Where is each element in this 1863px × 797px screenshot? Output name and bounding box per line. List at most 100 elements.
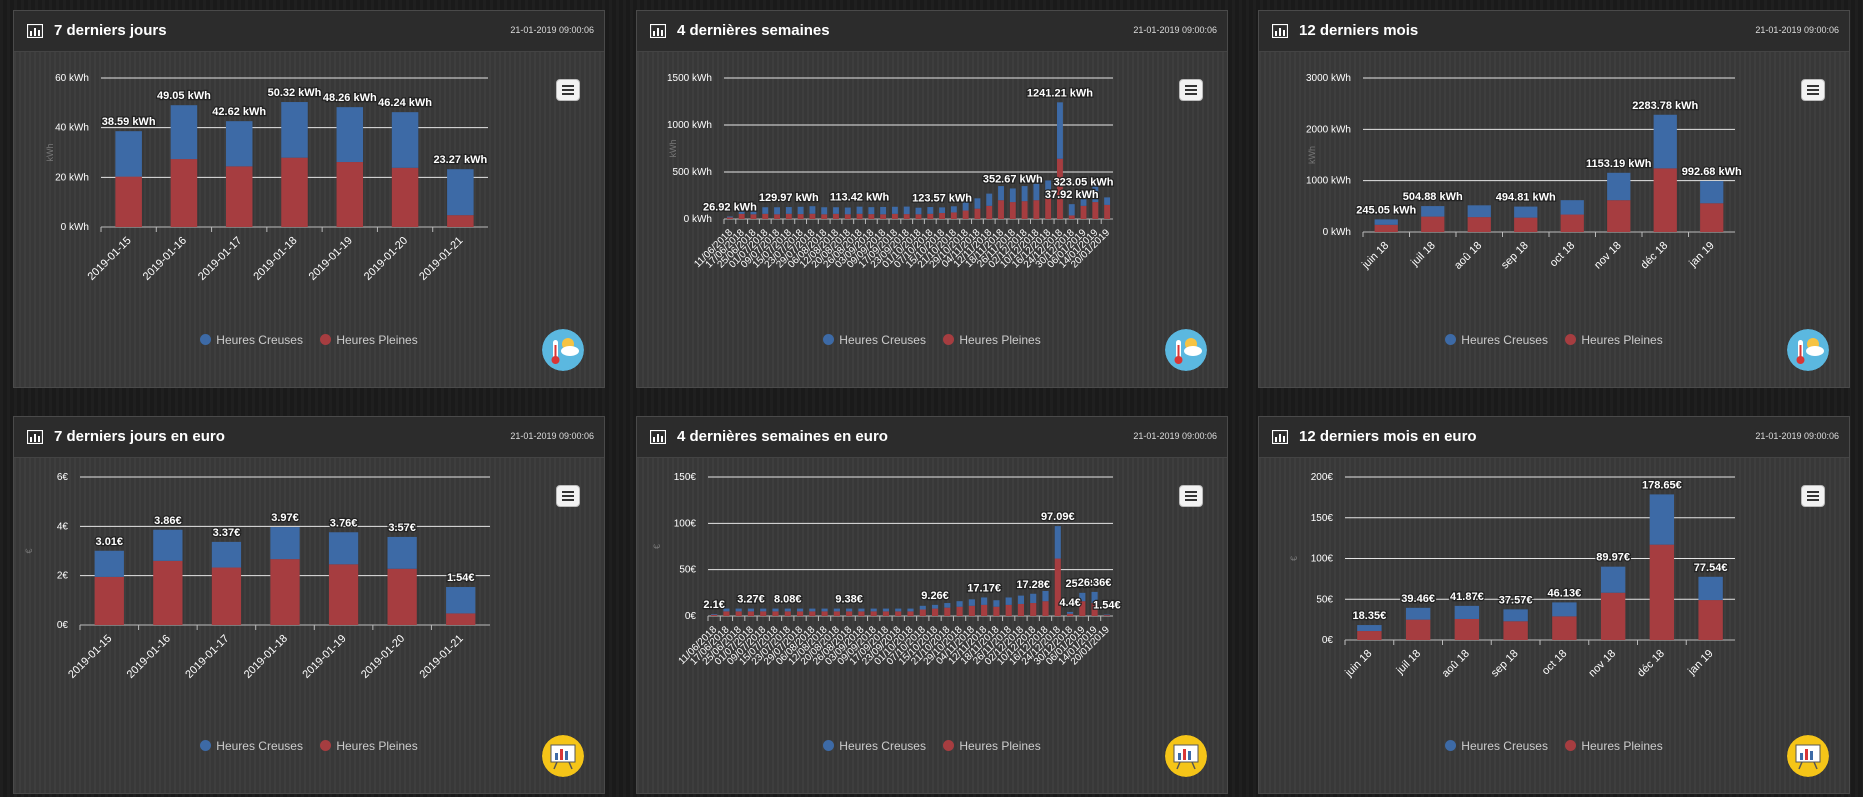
bar-heures-creuses [1700, 181, 1724, 204]
bar-heures-pleines [956, 606, 963, 616]
total-label: 26.92 kWh [703, 201, 757, 213]
panel-header: 4 dernières semaines en euro 21-01-2019 … [637, 417, 1227, 458]
bar-heures-creuses [391, 112, 419, 168]
weather-thermometer-icon[interactable] [1165, 329, 1207, 371]
bar-heures-pleines [1374, 224, 1398, 232]
bar-chart-icon [1272, 430, 1288, 444]
y-tick-label: 0€ [685, 611, 697, 622]
x-tick-label: oct 18 [1540, 648, 1570, 678]
bar-heures-pleines [1503, 621, 1528, 640]
legend-item-heures-creuses[interactable]: Heures Creuses [823, 739, 926, 753]
bar-heures-creuses [785, 207, 792, 214]
legend-label: Heures Pleines [1581, 333, 1663, 347]
bar-heures-pleines [981, 604, 988, 616]
panel-title: 7 derniers jours en euro [54, 428, 225, 445]
y-axis-title: kWh [45, 144, 55, 162]
bar-heures-creuses [1421, 206, 1445, 217]
panel-header: 12 derniers mois en euro 21-01-2019 09:0… [1259, 417, 1849, 458]
bar-heures-creuses [735, 608, 742, 612]
bar-heures-creuses [796, 608, 804, 612]
legend-dot-icon [200, 334, 212, 345]
total-label: 123.57 kWh [912, 192, 972, 204]
panel-title: 4 dernières semaines en euro [677, 428, 888, 445]
bar-heures-pleines [784, 611, 791, 616]
total-label: 3.76€ [330, 517, 358, 529]
chart-menu-button[interactable] [556, 79, 580, 101]
bar-heures-creuses [1005, 597, 1012, 605]
legend-dot-icon [943, 334, 955, 345]
total-label: 3.97€ [271, 512, 299, 524]
bar-chart-icon [27, 24, 43, 38]
legend-item-heures-pleines[interactable]: Heures Pleines [943, 739, 1041, 753]
bar-heures-pleines [1017, 603, 1025, 616]
weather-thermometer-icon[interactable] [1787, 329, 1829, 371]
presentation-board-icon[interactable] [1165, 735, 1207, 777]
y-tick-label: 3000 kWh [1306, 73, 1351, 84]
legend-item-heures-creuses[interactable]: Heures Creuses [200, 333, 303, 347]
bar-heures-creuses [281, 102, 308, 158]
bar-heures-pleines [950, 212, 957, 219]
bar-heures-pleines [1009, 202, 1016, 219]
y-tick-label: 1000 kWh [667, 120, 712, 131]
chart-menu-button[interactable] [1801, 79, 1825, 101]
bar-heures-creuses [797, 206, 804, 215]
bar-heures-pleines [993, 606, 1000, 616]
total-label: 3.27€ [737, 594, 765, 606]
bar-heures-pleines [856, 213, 863, 219]
legend-item-heures-pleines[interactable]: Heures Pleines [1565, 739, 1663, 753]
y-tick-label: 40 kWh [55, 123, 89, 134]
total-label: 46.13€ [1548, 587, 1582, 599]
bar-heures-pleines [328, 564, 359, 625]
bar-heures-pleines [1021, 201, 1028, 219]
bar-heures-creuses [870, 608, 877, 612]
bar-heures-creuses [986, 193, 993, 206]
total-label: 50.32 kWh [268, 87, 322, 99]
bar-heures-pleines [115, 176, 142, 227]
bar-heures-pleines [962, 210, 969, 219]
legend-item-heures-pleines[interactable]: Heures Pleines [1565, 333, 1663, 347]
chart-menu-button[interactable] [556, 485, 580, 507]
total-label: 17.17€ [967, 582, 1001, 594]
legend-item-heures-creuses[interactable]: Heures Creuses [200, 739, 303, 753]
total-label: 113.42 kWh [830, 192, 890, 204]
legend-label: Heures Creuses [839, 333, 926, 347]
chart-menu-button[interactable] [1179, 79, 1203, 101]
panel-title: 4 dernières semaines [677, 22, 830, 39]
bar-heures-pleines [225, 166, 253, 227]
legend-item-heures-pleines[interactable]: Heures Pleines [943, 333, 1041, 347]
presentation-board-icon[interactable] [1787, 735, 1829, 777]
bar-heures-pleines [998, 200, 1004, 219]
bar-heures-creuses [446, 587, 476, 614]
panel-timestamp: 21-01-2019 09:00:06 [1755, 25, 1839, 35]
bar-heures-creuses [726, 216, 733, 218]
x-tick-label: sep 18 [1489, 648, 1521, 680]
panel-header: 4 dernières semaines 21-01-2019 09:00:06 [637, 11, 1227, 52]
y-tick-label: 50€ [1316, 594, 1333, 605]
bar-heures-pleines [944, 607, 951, 616]
legend-item-heures-creuses[interactable]: Heures Creuses [1445, 739, 1548, 753]
chart-menu-button[interactable] [1801, 485, 1825, 507]
panel-title: 12 derniers mois [1299, 22, 1419, 39]
legend-item-heures-creuses[interactable]: Heures Creuses [1445, 333, 1548, 347]
bar-heures-pleines [747, 611, 755, 616]
bar-heures-creuses [821, 207, 828, 215]
legend-dot-icon [320, 334, 332, 345]
bar-heures-pleines [1030, 603, 1037, 616]
bar-heures-pleines [1698, 600, 1723, 640]
total-label: 9.26€ [921, 590, 949, 602]
bar-heures-creuses [939, 207, 946, 214]
legend-item-heures-pleines[interactable]: Heures Pleines [320, 333, 418, 347]
x-tick-label: 2019-01-20 [362, 235, 410, 283]
legend-item-heures-pleines[interactable]: Heures Pleines [320, 739, 418, 753]
x-tick-label: aoû 18 [1440, 648, 1472, 680]
bar-heures-pleines [1560, 214, 1584, 232]
bar-heures-pleines [1649, 544, 1675, 640]
chart-menu-button[interactable] [1179, 485, 1203, 507]
panel-header: 12 derniers mois 21-01-2019 09:00:06 [1259, 11, 1849, 52]
bar-heures-pleines [387, 568, 417, 625]
presentation-board-icon[interactable] [542, 735, 584, 777]
weather-thermometer-icon[interactable] [542, 329, 584, 371]
legend-item-heures-creuses[interactable]: Heures Creuses [823, 333, 926, 347]
bar-heures-creuses [956, 601, 963, 607]
legend-label: Heures Pleines [1581, 739, 1663, 753]
